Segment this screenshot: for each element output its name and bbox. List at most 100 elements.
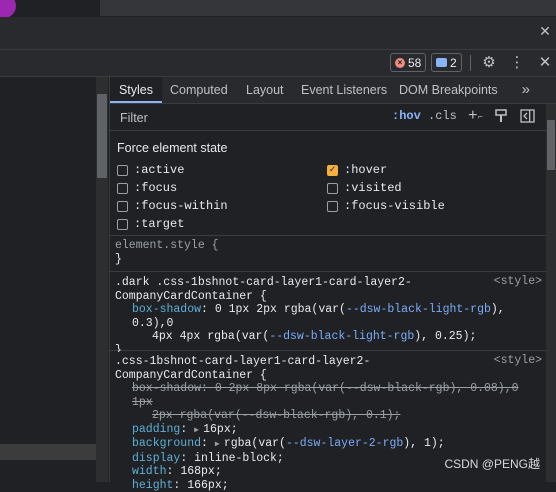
state-visited-checkbox[interactable]: :visited [327,181,402,195]
state-focus-visible-checkbox[interactable]: :focus-visible [327,199,445,213]
rule-close-brace: } [115,253,541,267]
expand-triangle-icon[interactable]: ▶ [215,438,224,452]
paint-format-icon[interactable] [494,109,508,123]
property-value[interactable]: 16px; [203,423,238,436]
message-icon [436,58,447,67]
errors-count: 58 [408,56,421,70]
property-name[interactable]: box-shadow [132,382,201,395]
vertical-dots-icon[interactable]: ⋮ [508,54,526,72]
state-label: :visited [344,181,402,195]
state-label: :focus-visible [344,199,445,213]
state-focus-checkbox[interactable]: :focus [117,181,177,195]
force-element-state-panel: Force element state :active ✓ :hover :fo… [110,131,546,236]
state-label: :hover [344,163,387,177]
checkbox-box[interactable] [117,183,128,194]
sidebar-tabs: Styles Computed Layout Event Listeners D… [110,77,556,104]
state-label: :target [134,217,184,231]
property-value[interactable]: ), 0.25); [414,330,476,343]
property-value[interactable]: 2px rgba(var( [152,409,242,422]
state-label: :focus [134,181,177,195]
rule-selector[interactable]: .css-1bshnot-card-layer1-card-layer2- [115,355,541,369]
tab-layout[interactable]: Layout [246,77,284,103]
property-value[interactable]: : inline-block; [180,452,284,465]
corner-arrow-icon: ⌐ [478,113,483,122]
state-hover-checkbox[interactable]: ✓ :hover [327,163,387,177]
rule-selector-cont[interactable]: CompanyCardContainer { [115,369,541,383]
left-scrollbar-thumb[interactable] [97,94,107,178]
new-style-rule-icon[interactable]: + [468,107,478,125]
tab-computed[interactable]: Computed [170,77,228,103]
css-declaration[interactable]: background: ▶rgba(var(--dsw-layer-2-rgb)… [115,437,541,452]
rule-selector-cont[interactable]: CompanyCardContainer { [115,290,541,304]
checkbox-box[interactable] [117,219,128,230]
property-name[interactable]: display [132,452,180,465]
property-name[interactable]: background [132,437,201,450]
tab-event-listeners[interactable]: Event Listeners [301,77,387,103]
property-value[interactable]: : 0 2px 8px rgba(var( [201,382,346,395]
filter-bar: :hov .cls + ⌐ [110,104,546,131]
browser-bar [0,17,556,50]
state-label: :focus-within [134,199,228,213]
toggle-sidebar-icon[interactable] [520,109,535,123]
browser-tab[interactable] [0,0,100,16]
property-value[interactable]: : 166px; [173,479,228,492]
state-target-checkbox[interactable]: :target [117,217,184,231]
checkbox-box[interactable] [117,165,128,176]
filter-input[interactable] [118,107,392,129]
css-variable[interactable]: --dsw-black-rgb [242,409,346,422]
property-name[interactable]: width [132,465,167,478]
close-icon[interactable]: ✕ [538,24,552,38]
property-name[interactable]: box-shadow [132,303,201,316]
more-tabs-chevron-icon[interactable]: » [522,77,530,103]
cls-toggle[interactable]: .cls [428,109,457,123]
profile-avatar[interactable] [0,0,16,18]
rule-selector[interactable]: .dark .css-1bshnot-card-layer1-card-laye… [115,276,541,290]
css-variable[interactable]: --dsw-layer-2-rgb [286,437,403,450]
checkmark-icon[interactable]: ✓ [327,165,338,176]
css-declaration[interactable]: box-shadow: 0 1px 2px rgba(var(--dsw-bla… [115,303,541,330]
element-style-selector[interactable]: element.style { [115,239,541,253]
styles-scrollbar-thumb[interactable] [547,120,555,170]
rule-source-link[interactable]: <style> [494,275,542,289]
state-active-checkbox[interactable]: :active [117,163,184,177]
state-focus-within-checkbox[interactable]: :focus-within [117,199,228,213]
css-variable[interactable]: --dsw-black-rgb [346,382,450,395]
css-declaration[interactable]: padding: ▶16px; [115,423,541,438]
property-value[interactable]: ), 0.1); [345,409,400,422]
tab-styles[interactable]: Styles [110,77,162,103]
close-devtools-icon[interactable]: ✕ [536,54,554,72]
tab-dom-breakpoints[interactable]: DOM Breakpoints [399,77,498,103]
overridden-declaration[interactable]: box-shadow: 0 2px 8px rgba(var(--dsw-bla… [115,382,541,409]
overridden-declaration-cont: 2px rgba(var(--dsw-black-rgb), 0.1); [115,409,541,423]
expand-triangle-icon[interactable]: ▶ [194,424,203,438]
devtools-toolbar: × 58 2 ⚙ ⋮ ✕ [0,50,556,77]
gear-icon[interactable]: ⚙ [480,54,498,72]
toolbar-divider [470,55,471,71]
state-label: :active [134,163,184,177]
rule-source-link[interactable]: <style> [494,354,542,368]
checkbox-box[interactable] [117,201,128,212]
checkbox-box[interactable] [327,183,338,194]
css-rule-dark-card: <style> .dark .css-1bshnot-card-layer1-c… [110,273,546,351]
css-declaration[interactable]: height: 166px; [115,479,541,492]
css-variable[interactable]: --dsw-black-light-rgb [346,303,491,316]
css-variable[interactable]: --dsw-black-light-rgb [269,330,414,343]
hov-toggle[interactable]: :hov [392,109,421,123]
property-name[interactable]: padding [132,423,180,436]
property-name[interactable]: height [132,479,173,492]
checkbox-box[interactable] [327,201,338,212]
property-value[interactable]: rgba(var( [224,437,286,450]
elements-tree-pane [0,77,110,482]
property-value[interactable]: 4px 4px rgba(var( [152,330,269,343]
errors-badge[interactable]: × 58 [390,53,426,72]
messages-count: 2 [450,56,457,70]
watermark: CSDN @PENG越 [444,455,540,472]
property-value[interactable]: ), 1); [403,437,444,450]
left-pane-highlight-row [0,444,96,460]
property-value[interactable]: : 0 1px 2px rgba(var( [201,303,346,316]
property-value[interactable]: : 168px; [167,465,222,478]
messages-badge[interactable]: 2 [431,53,462,72]
element-style-rule: element.style { } [110,236,546,272]
browser-tab-strip [0,0,556,16]
css-declaration-cont: 4px 4px rgba(var(--dsw-black-light-rgb),… [115,330,541,344]
